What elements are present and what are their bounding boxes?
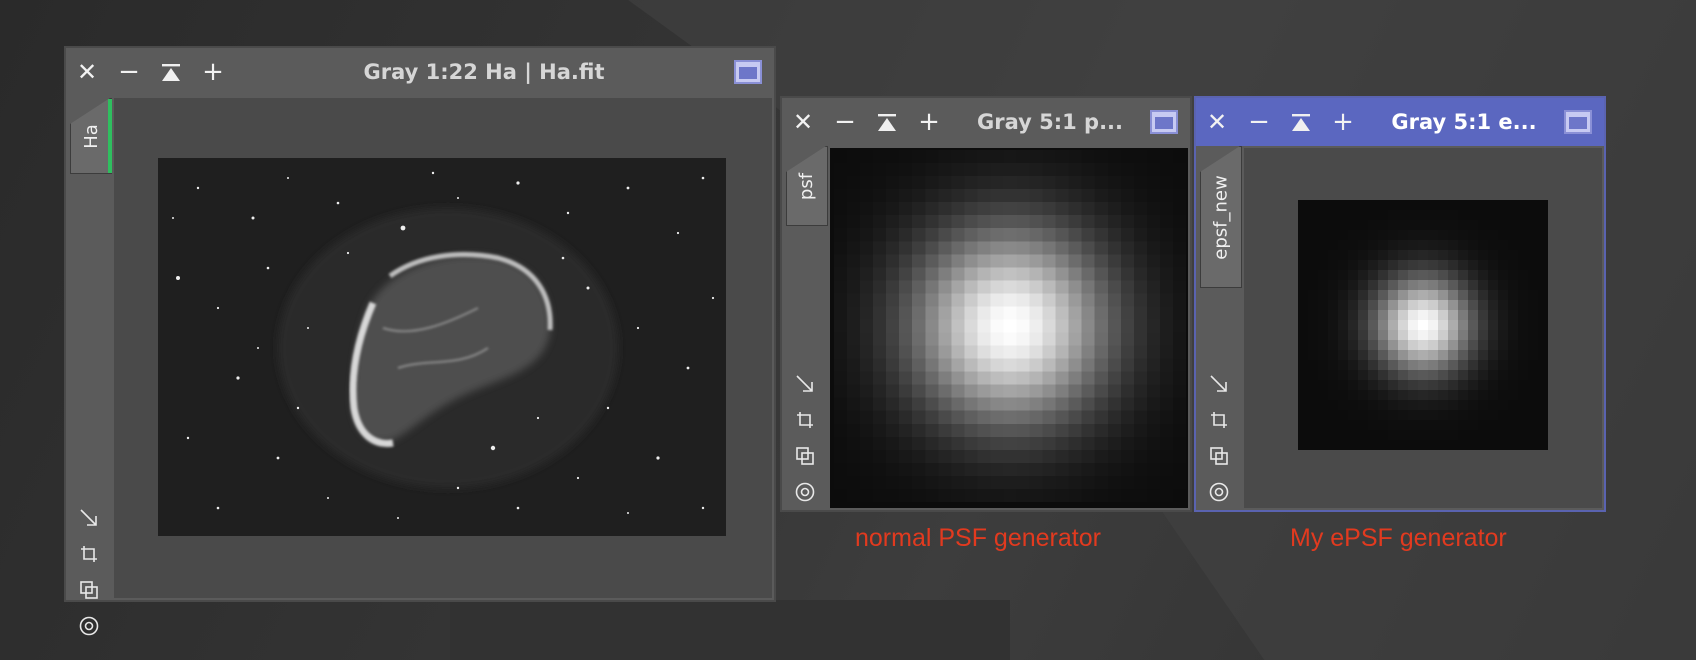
view-tab-psf[interactable]: psf bbox=[786, 146, 828, 226]
target-icon[interactable] bbox=[66, 608, 112, 644]
window-titlebar[interactable]: ✕ − + Gray 5:1 e... bbox=[1196, 98, 1604, 146]
image-viewport[interactable] bbox=[114, 98, 772, 598]
close-icon[interactable]: ✕ bbox=[1196, 98, 1238, 146]
desktop-background-shape bbox=[450, 600, 1010, 660]
minimize-icon[interactable]: − bbox=[1238, 98, 1280, 146]
clone-icon[interactable] bbox=[66, 572, 112, 608]
window-title: Gray 1:22 Ha | Ha.fit bbox=[363, 60, 605, 84]
active-view-marker bbox=[108, 99, 112, 173]
zoom-in-icon[interactable]: + bbox=[908, 98, 950, 146]
view-tab-label: Ha bbox=[80, 123, 102, 149]
crop-icon[interactable] bbox=[1196, 402, 1242, 438]
window-titlebar[interactable]: ✕ − + Gray 5:1 p... bbox=[782, 98, 1190, 146]
image-window-epsf[interactable]: ✕ − + Gray 5:1 e... epsf_new bbox=[1194, 96, 1606, 512]
nebula-image bbox=[158, 158, 726, 536]
window-sidebar: psf bbox=[782, 146, 828, 510]
image-viewport[interactable] bbox=[830, 148, 1188, 508]
image-viewport[interactable] bbox=[1244, 148, 1602, 508]
maximize-icon[interactable] bbox=[1150, 110, 1178, 134]
zoom-in-icon[interactable]: + bbox=[1322, 98, 1364, 146]
fit-view-icon[interactable] bbox=[1196, 366, 1242, 402]
target-icon[interactable] bbox=[782, 474, 828, 510]
window-titlebar[interactable]: ✕ − + Gray 1:22 Ha | Ha.fit bbox=[66, 48, 774, 96]
crop-icon[interactable] bbox=[66, 536, 112, 572]
minimize-icon[interactable]: − bbox=[824, 98, 866, 146]
shade-icon[interactable] bbox=[150, 48, 192, 96]
psf-image bbox=[834, 150, 1186, 502]
caption-normal-psf: normal PSF generator bbox=[855, 524, 1101, 552]
maximize-icon[interactable] bbox=[734, 60, 762, 84]
shade-icon[interactable] bbox=[1280, 98, 1322, 146]
view-tab-epsf-new[interactable]: epsf_new bbox=[1200, 146, 1242, 288]
close-icon[interactable]: ✕ bbox=[782, 98, 824, 146]
minimize-icon[interactable]: − bbox=[108, 48, 150, 96]
crop-icon[interactable] bbox=[782, 402, 828, 438]
close-icon[interactable]: ✕ bbox=[66, 48, 108, 96]
window-title: Gray 5:1 p... bbox=[976, 110, 1123, 134]
view-tab-label: psf bbox=[796, 172, 818, 200]
clone-icon[interactable] bbox=[782, 438, 828, 474]
maximize-icon[interactable] bbox=[1564, 110, 1592, 134]
fit-view-icon[interactable] bbox=[66, 500, 112, 536]
image-window-ha[interactable]: ✕ − + Gray 1:22 Ha | Ha.fit Ha bbox=[64, 46, 776, 636]
view-tab-label: epsf_new bbox=[1210, 174, 1232, 260]
view-tab-ha[interactable]: Ha bbox=[70, 98, 112, 174]
fit-view-icon[interactable] bbox=[782, 366, 828, 402]
caption-epsf: My ePSF generator bbox=[1290, 524, 1507, 552]
window-sidebar: epsf_new bbox=[1196, 146, 1242, 510]
target-icon[interactable] bbox=[1196, 474, 1242, 510]
window-title: Gray 5:1 e... bbox=[1391, 110, 1537, 134]
image-window-psf[interactable]: ✕ − + Gray 5:1 p... psf bbox=[780, 96, 1192, 512]
clone-icon[interactable] bbox=[1196, 438, 1242, 474]
epsf-image bbox=[1298, 200, 1548, 450]
zoom-in-icon[interactable]: + bbox=[192, 48, 234, 96]
window-sidebar: Ha bbox=[66, 96, 112, 636]
shade-icon[interactable] bbox=[866, 98, 908, 146]
